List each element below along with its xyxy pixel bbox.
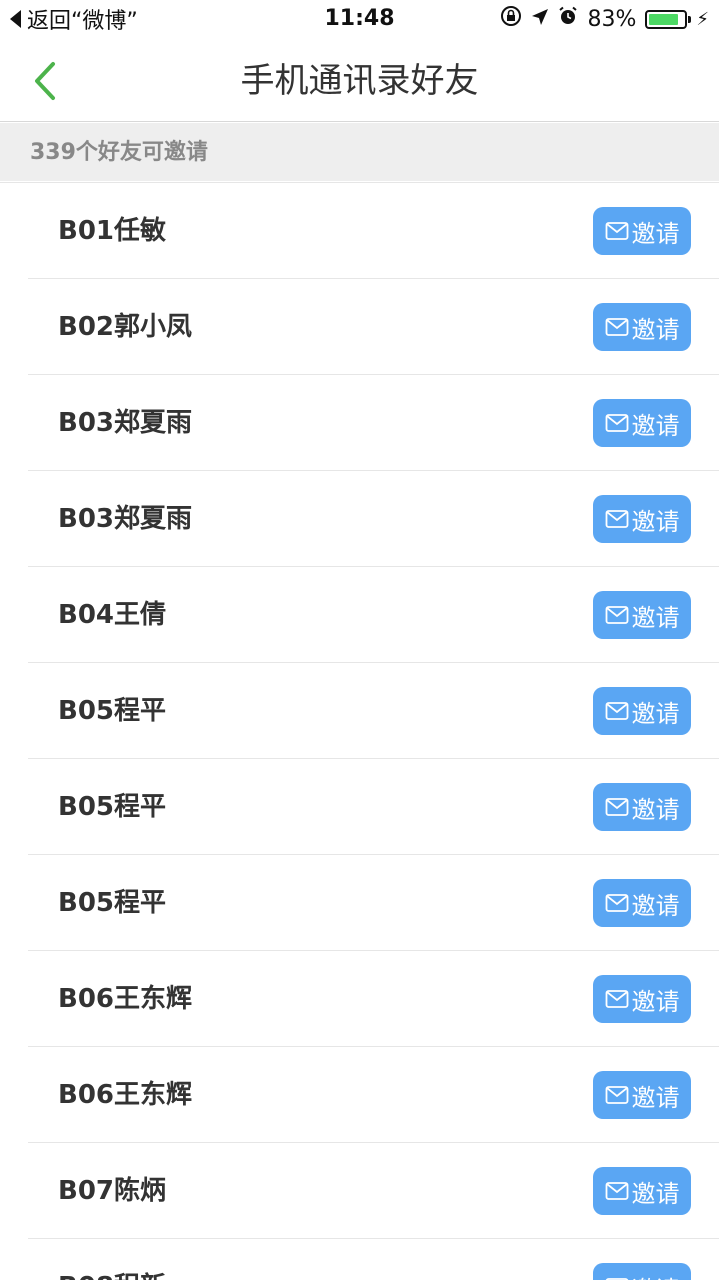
status-indicators: 83% ⚡	[500, 5, 709, 33]
list-item: B03郑夏雨 邀请	[28, 471, 719, 567]
contact-name: B05程平	[58, 792, 166, 822]
mail-icon	[605, 318, 628, 336]
friends-count-label: 339个好友可邀请	[30, 140, 208, 165]
list-item: B05程平 邀请	[28, 759, 719, 855]
mail-icon	[605, 894, 628, 912]
invite-button[interactable]: 邀请	[593, 399, 691, 447]
status-bar: 返回“微博” 11:48 83% ⚡	[0, 0, 719, 40]
contact-name: B04王倩	[58, 600, 166, 630]
contact-name: B06王东辉	[58, 984, 192, 1014]
invite-label: 邀请	[631, 1179, 680, 1208]
mail-icon	[605, 1086, 628, 1104]
invite-label: 邀请	[631, 219, 680, 248]
invite-button[interactable]: 邀请	[593, 591, 691, 639]
contact-name: B05程平	[58, 888, 166, 918]
alarm-icon	[558, 6, 578, 32]
battery-percent: 83%	[587, 6, 637, 32]
invite-button[interactable]: 邀请	[593, 975, 691, 1023]
battery-level	[649, 13, 678, 25]
invite-label: 邀请	[631, 411, 680, 440]
list-item: B07陈炳 邀请	[28, 1143, 719, 1239]
list-item: B03郑夏雨 邀请	[28, 375, 719, 471]
invite-label: 邀请	[631, 603, 680, 632]
nav-bar: 手机通讯录好友	[0, 40, 719, 122]
invite-label: 邀请	[631, 891, 680, 920]
invite-label: 邀请	[632, 1270, 680, 1280]
contact-name: B06王东辉	[58, 1080, 192, 1110]
mail-icon	[605, 1182, 628, 1200]
list-item: B05程平 邀请	[28, 663, 719, 759]
invite-button[interactable]: 邀请	[593, 687, 691, 735]
list-item: B01任敏 邀请	[28, 183, 719, 279]
list-item: B06王东辉 邀请	[28, 1047, 719, 1143]
mail-icon	[605, 510, 628, 528]
invite-button[interactable]: 邀请	[593, 1263, 691, 1280]
invite-button[interactable]: 邀请	[593, 303, 691, 351]
battery-icon	[645, 9, 692, 29]
invite-button[interactable]: 邀请	[593, 207, 691, 255]
invite-label: 邀请	[631, 699, 680, 728]
section-header: 339个好友可邀请	[0, 123, 719, 181]
location-arrow-icon	[531, 7, 549, 32]
invite-button[interactable]: 邀请	[593, 1071, 691, 1119]
contact-name: B05程平	[58, 696, 166, 726]
list-item: B08程新邀请	[28, 1239, 719, 1280]
page-title: 手机通讯录好友	[240, 61, 479, 101]
invite-label: 邀请	[631, 1083, 680, 1112]
invite-button[interactable]: 邀请	[593, 879, 691, 927]
invite-label: 邀请	[631, 795, 680, 824]
contact-name: B03郑夏雨	[58, 408, 192, 438]
contact-name: B08程新	[58, 1239, 166, 1280]
contact-list[interactable]: B01任敏 邀请 B02郭小凤 邀请 B03郑夏雨 邀请 B03郑夏雨 邀请 B04王倩 邀请 B0…	[0, 182, 719, 1280]
mail-icon	[605, 222, 628, 240]
invite-label: 邀请	[631, 507, 680, 536]
orientation-lock-icon	[500, 5, 522, 33]
contact-name: B07陈炳	[58, 1176, 166, 1206]
invite-button[interactable]: 邀请	[593, 783, 691, 831]
invite-button[interactable]: 邀请	[593, 495, 691, 543]
charging-bolt-icon: ⚡	[696, 8, 709, 30]
mail-icon	[605, 414, 628, 432]
list-item: B02郭小凤 邀请	[28, 279, 719, 375]
list-item: B04王倩 邀请	[28, 567, 719, 663]
mail-icon	[605, 798, 628, 816]
contact-name: B02郭小凤	[58, 312, 192, 342]
invite-label: 邀请	[631, 987, 680, 1016]
mail-icon	[605, 702, 628, 720]
invite-button[interactable]: 邀请	[593, 1167, 691, 1215]
contact-name: B03郑夏雨	[58, 504, 192, 534]
list-item: B06王东辉 邀请	[28, 951, 719, 1047]
list-item: B05程平 邀请	[28, 855, 719, 951]
invite-label: 邀请	[631, 315, 680, 344]
mail-icon	[605, 990, 628, 1008]
mail-icon	[605, 606, 628, 624]
contact-name: B01任敏	[58, 216, 166, 246]
